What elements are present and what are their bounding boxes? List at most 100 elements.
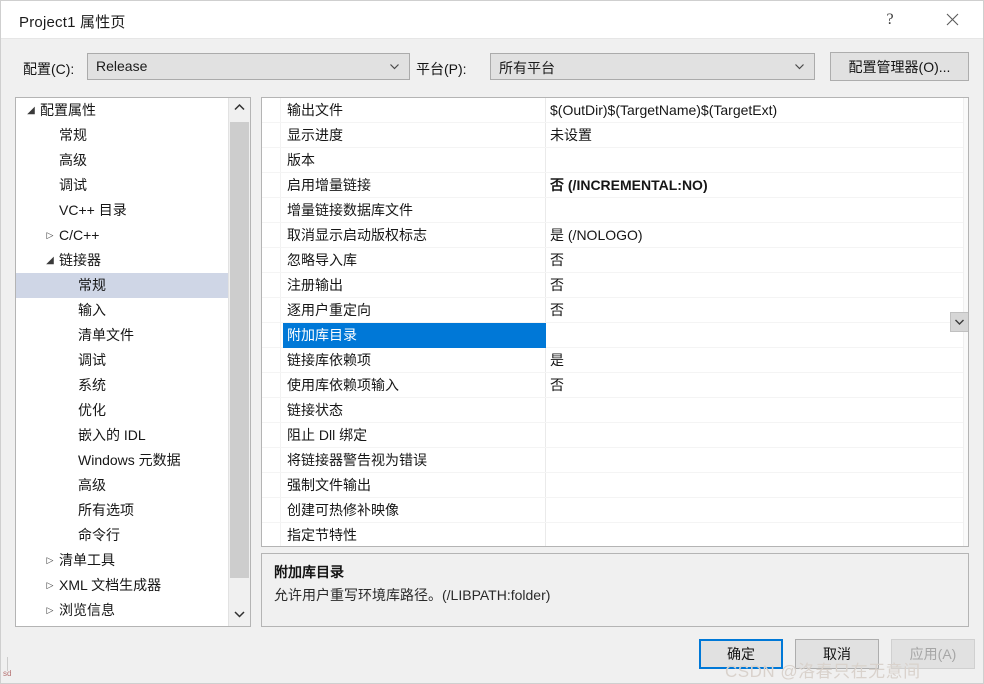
tree-scrollbar-thumb[interactable]: [230, 122, 249, 578]
property-value[interactable]: 否: [550, 273, 564, 298]
description-panel: 附加库目录 允许用户重写环境库路径。(/LIBPATH:folder): [261, 553, 969, 627]
property-row[interactable]: 版本: [262, 148, 968, 173]
property-row[interactable]: 附加库目录: [262, 323, 968, 348]
chevron-down-icon: [229, 605, 250, 624]
property-value[interactable]: 是: [550, 348, 564, 373]
tree-item-17[interactable]: 命令行: [16, 523, 229, 548]
property-value[interactable]: 否: [550, 298, 564, 323]
description-title: 附加库目录: [274, 564, 344, 580]
help-button[interactable]: ?: [867, 1, 913, 38]
property-row[interactable]: 取消显示启动版权标志 是 (/NOLOGO): [262, 223, 968, 248]
tree-item-label: 嵌入的 IDL: [78, 427, 146, 443]
chevron-down-icon: [388, 60, 401, 73]
configuration-tree-panel: ◢ 配置属性 常规 高级 调试 VC++ 目录 ▷ C/C++ ◢ 链接器 常规 输入 清单文件 调试 系统…: [15, 97, 251, 627]
property-name: 链接库依赖项: [287, 352, 371, 368]
tree-item-label: 输入: [78, 302, 106, 318]
tree-scrollbar[interactable]: [228, 98, 250, 626]
title-bar: Project1 属性页 ?: [1, 1, 983, 39]
property-name: 增量链接数据库文件: [287, 202, 413, 218]
tree-item-2[interactable]: 高级: [16, 148, 229, 173]
ok-button[interactable]: 确定: [699, 639, 783, 669]
property-value-dropdown-button[interactable]: [950, 312, 968, 332]
tree-item-3[interactable]: 调试: [16, 173, 229, 198]
tree-item-label: 高级: [59, 152, 87, 168]
tree-item-14[interactable]: Windows 元数据: [16, 448, 229, 473]
tree-scroll-up-button[interactable]: [229, 98, 250, 119]
tree-item-11[interactable]: 系统: [16, 373, 229, 398]
tree-item-7[interactable]: 常规: [16, 273, 229, 298]
triangle-down-icon[interactable]: ◢: [24, 98, 38, 123]
property-name: 版本: [287, 152, 315, 168]
tree-item-13[interactable]: 嵌入的 IDL: [16, 423, 229, 448]
property-row[interactable]: 输出文件 $(OutDir)$(TargetName)$(TargetExt): [262, 98, 968, 123]
triangle-down-icon[interactable]: ◢: [43, 248, 57, 273]
configuration-toolbar: 配置(C): Release 平台(P): 所有平台 配置管理器(O)...: [1, 39, 983, 95]
tree-item-1[interactable]: 常规: [16, 123, 229, 148]
tree-item-label: 配置属性: [40, 102, 96, 118]
property-row[interactable]: 逐用户重定向 否: [262, 298, 968, 323]
property-row[interactable]: 指定节特性: [262, 523, 968, 546]
property-row[interactable]: 显示进度 未设置: [262, 123, 968, 148]
tree-item-10[interactable]: 调试: [16, 348, 229, 373]
chevron-up-icon: [229, 98, 250, 117]
property-row[interactable]: 强制文件输出: [262, 473, 968, 498]
property-row[interactable]: 创建可热修补映像: [262, 498, 968, 523]
tree-item-label: 生成事件: [59, 623, 115, 626]
tree-item-9[interactable]: 清单文件: [16, 323, 229, 348]
triangle-right-icon[interactable]: ▷: [43, 223, 57, 248]
tree-item-label: XML 文档生成器: [59, 577, 162, 593]
close-icon: [935, 13, 969, 26]
tree-item-21[interactable]: ▷生成事件: [16, 623, 229, 626]
property-row[interactable]: 将链接器警告视为错误: [262, 448, 968, 473]
property-name: 指定节特性: [287, 527, 357, 543]
configuration-select[interactable]: Release: [87, 53, 410, 80]
property-pages-dialog: Project1 属性页 ? 配置(C): Release 平台(P): 所有平…: [0, 0, 984, 684]
triangle-right-icon[interactable]: ▷: [43, 573, 57, 598]
property-name: 注册输出: [287, 277, 343, 293]
apply-button: 应用(A): [891, 639, 975, 669]
tree-item-12[interactable]: 优化: [16, 398, 229, 423]
tree-scroll-down-button[interactable]: [229, 605, 250, 626]
tree-item-label: 高级: [78, 477, 106, 493]
platform-select[interactable]: 所有平台: [490, 53, 815, 80]
triangle-right-icon[interactable]: ▷: [43, 623, 57, 626]
property-name: 强制文件输出: [287, 477, 371, 493]
property-row[interactable]: 链接状态: [262, 398, 968, 423]
property-row[interactable]: 增量链接数据库文件: [262, 198, 968, 223]
property-row[interactable]: 使用库依赖项输入 否: [262, 373, 968, 398]
tree-item-label: Windows 元数据: [78, 452, 181, 468]
corner-note: sd: [3, 669, 12, 678]
tree-item-5[interactable]: ▷ C/C++: [16, 223, 229, 248]
tree-item-8[interactable]: 输入: [16, 298, 229, 323]
close-button[interactable]: [929, 1, 975, 38]
tree-item-15[interactable]: 高级: [16, 473, 229, 498]
property-row[interactable]: 启用增量链接 否 (/INCREMENTAL:NO): [262, 173, 968, 198]
tree-item-19[interactable]: ▷ XML 文档生成器: [16, 573, 229, 598]
property-row[interactable]: 链接库依赖项 是: [262, 348, 968, 373]
chevron-down-icon: [951, 313, 968, 331]
tree-item-16[interactable]: 所有选项: [16, 498, 229, 523]
tree-item-label: 调试: [78, 352, 106, 368]
cancel-button[interactable]: 取消: [795, 639, 879, 669]
description-body: 允许用户重写环境库路径。(/LIBPATH:folder): [274, 587, 551, 603]
triangle-right-icon[interactable]: ▷: [43, 548, 57, 573]
property-row[interactable]: 注册输出 否: [262, 273, 968, 298]
property-row[interactable]: 忽略导入库 否: [262, 248, 968, 273]
tree-item-0[interactable]: ◢ 配置属性: [16, 98, 229, 123]
property-value[interactable]: 是 (/NOLOGO): [550, 223, 643, 248]
property-name: 创建可热修补映像: [287, 502, 399, 518]
property-value[interactable]: $(OutDir)$(TargetName)$(TargetExt): [550, 98, 777, 123]
property-value[interactable]: 否 (/INCREMENTAL:NO): [550, 173, 708, 198]
tree-item-6[interactable]: ◢ 链接器: [16, 248, 229, 273]
property-name: 忽略导入库: [287, 252, 357, 268]
property-name: 附加库目录: [283, 323, 546, 348]
triangle-right-icon[interactable]: ▷: [43, 598, 57, 623]
tree-item-18[interactable]: ▷ 清单工具: [16, 548, 229, 573]
configuration-manager-button[interactable]: 配置管理器(O)...: [830, 52, 969, 81]
property-row[interactable]: 阻止 Dll 绑定: [262, 423, 968, 448]
property-value[interactable]: 未设置: [550, 123, 592, 148]
property-value[interactable]: 否: [550, 373, 564, 398]
tree-item-20[interactable]: ▷ 浏览信息: [16, 598, 229, 623]
property-value[interactable]: 否: [550, 248, 564, 273]
tree-item-4[interactable]: VC++ 目录: [16, 198, 229, 223]
